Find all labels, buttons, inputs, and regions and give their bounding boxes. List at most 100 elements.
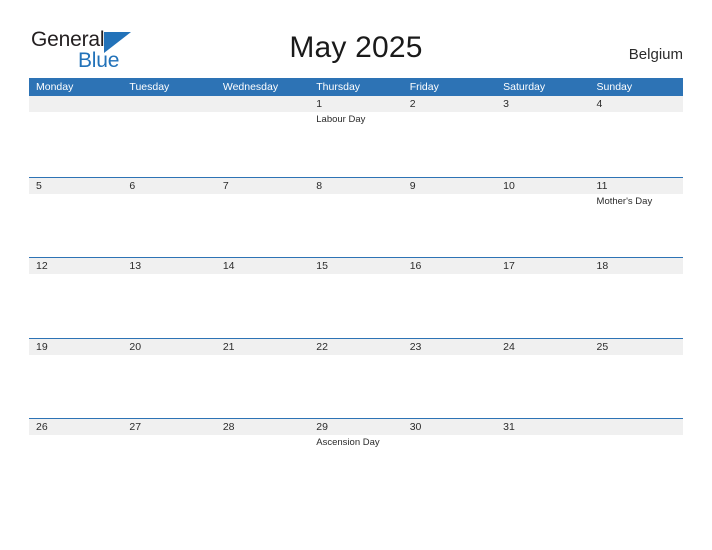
day-number: 15 [316, 260, 328, 272]
weekday-header-friday: Friday [409, 81, 439, 93]
day-number: 9 [409, 179, 416, 192]
calendar-week-row: 26 27 28 29 Ascension Day 30 31 [29, 418, 683, 499]
day-event-label: Mother's Day [596, 195, 653, 207]
day-number: 30 [409, 421, 422, 433]
day-cell[interactable]: 15 [309, 257, 403, 338]
day-cell[interactable]: 12 [29, 257, 123, 338]
day-number: 16 [409, 260, 422, 272]
day-cell[interactable]: 18 [589, 257, 683, 338]
day-number-band [29, 177, 123, 194]
day-cell[interactable]: 17 [496, 257, 590, 338]
day-number: 8 [316, 179, 323, 192]
day-number: 2 [409, 98, 416, 110]
day-number-band [122, 96, 216, 112]
day-cell[interactable]: 13 [122, 257, 216, 338]
day-cell[interactable]: 3 [496, 96, 590, 177]
day-number: 21 [222, 340, 235, 353]
day-number-band [122, 177, 216, 194]
calendar-week-row: 19 20 21 22 23 24 25 [29, 337, 683, 419]
page-header: General Blue May 2025 Belgium [0, 0, 712, 78]
weekday-header-sunday: Sunday [596, 81, 633, 93]
day-number-band [215, 96, 310, 112]
day-number: 5 [36, 179, 42, 192]
weekday-header-row: Monday Tuesday Wednesday Thursday Friday Satu… [29, 78, 683, 96]
day-cell[interactable]: 27 [122, 418, 216, 499]
day-number: 7 [222, 179, 229, 192]
calendar-grid: Monday Tuesday Wednesday Thursday Friday Satu… [29, 78, 683, 499]
day-cell[interactable]: 8 [309, 177, 403, 258]
day-number: 31 [503, 421, 515, 433]
day-number: 29 [316, 421, 328, 433]
day-number: 11 [596, 179, 608, 192]
day-number-band [589, 419, 683, 435]
day-number-band [402, 177, 497, 194]
day-cell[interactable]: 21 [215, 338, 310, 419]
day-number: 23 [409, 340, 422, 353]
day-cell[interactable]: 11 Mother's Day [589, 177, 683, 258]
day-number-band [309, 96, 403, 112]
day-cell-empty [215, 96, 310, 177]
day-cell[interactable]: 9 [402, 177, 497, 258]
weekday-header-thursday: Thursday [316, 81, 361, 93]
day-number: 12 [36, 260, 48, 272]
day-cell[interactable]: 14 [215, 257, 310, 338]
day-number: 24 [503, 340, 515, 353]
weekday-header-saturday: Saturday [503, 81, 546, 93]
day-number: 28 [222, 421, 235, 433]
calendar-week-row: 12 13 14 15 16 17 18 [29, 257, 683, 338]
day-number-band [215, 177, 310, 194]
day-cell[interactable]: 4 [589, 96, 683, 177]
day-number: 1 [316, 98, 323, 110]
day-number: 10 [503, 179, 515, 192]
day-cell[interactable]: 10 [496, 177, 590, 258]
weekday-header-monday: Monday [36, 81, 74, 93]
day-number-band [589, 96, 683, 112]
day-number: 19 [36, 340, 48, 353]
day-cell[interactable]: 24 [496, 338, 590, 419]
day-cell[interactable]: 5 [29, 177, 123, 258]
day-number: 27 [129, 421, 142, 433]
day-number-band [402, 96, 497, 112]
day-number: 22 [316, 340, 328, 353]
day-cell-empty [29, 96, 123, 177]
weekday-header-wednesday: Wednesday [222, 81, 279, 93]
day-number-band [496, 96, 590, 112]
day-cell[interactable]: 2 [402, 96, 497, 177]
calendar-page: General Blue May 2025 Belgium Monday Tues… [0, 0, 712, 550]
day-number: 20 [129, 340, 142, 353]
day-number: 13 [129, 260, 142, 272]
day-cell[interactable]: 19 [29, 338, 123, 419]
day-number: 26 [36, 421, 48, 433]
day-cell[interactable]: 22 [309, 338, 403, 419]
weekday-header-tuesday: Tuesday [129, 81, 170, 93]
day-number: 6 [129, 179, 136, 192]
day-number: 3 [503, 98, 509, 110]
day-cell[interactable]: 29 Ascension Day [309, 418, 403, 499]
day-cell[interactable]: 26 [29, 418, 123, 499]
calendar-weeks: 1 Labour Day 2 3 4 5 6 7 8 9 10 11 Mother's Day 12 13 1… [29, 96, 683, 499]
calendar-week-row: 5 6 7 8 9 10 11 Mother's Day [29, 176, 683, 258]
day-number: 25 [596, 340, 609, 353]
day-number: 18 [596, 260, 609, 272]
day-cell[interactable]: 6 [122, 177, 216, 258]
day-number-band [309, 177, 403, 194]
day-cell[interactable]: 23 [402, 338, 497, 419]
day-event-label: Ascension Day [316, 437, 380, 448]
calendar-week-row: 1 Labour Day 2 3 4 [29, 96, 683, 177]
region-label: Belgium [628, 46, 683, 63]
day-cell-empty [122, 96, 216, 177]
day-cell[interactable]: 25 [589, 338, 683, 419]
day-cell[interactable]: 16 [402, 257, 497, 338]
day-cell[interactable]: 30 [402, 418, 497, 499]
day-cell[interactable]: 1 Labour Day [309, 96, 403, 177]
day-cell-empty [589, 418, 683, 499]
day-cell[interactable]: 7 [215, 177, 310, 258]
day-number: 17 [503, 260, 515, 272]
day-number: 4 [596, 98, 603, 110]
day-number: 14 [222, 260, 235, 272]
page-title: May 2025 [289, 31, 423, 64]
day-cell[interactable]: 31 [496, 418, 590, 499]
day-number-band [29, 96, 123, 112]
day-cell[interactable]: 28 [215, 418, 310, 499]
day-cell[interactable]: 20 [122, 338, 216, 419]
